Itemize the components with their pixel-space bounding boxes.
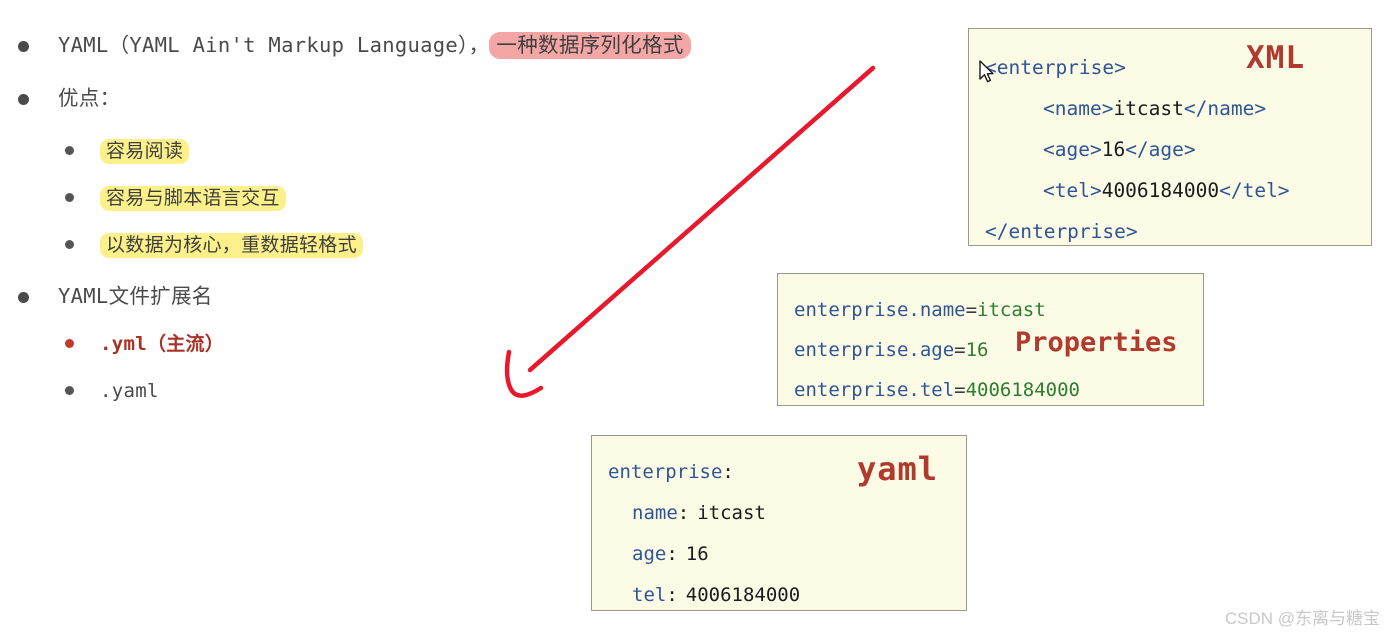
properties-separator: =: [954, 339, 966, 361]
xml-line-4: <tel>4006184000</tel>: [985, 170, 1355, 211]
xml-format-label: XML: [1246, 40, 1305, 76]
bullet-icon: [65, 240, 74, 249]
xml-value-age: 16: [1101, 138, 1126, 161]
xml-tag-name-close: </name>: [1183, 97, 1267, 120]
bullet-icon: [18, 94, 29, 105]
list-item: 以数据为核心，重数据轻格式: [65, 232, 363, 258]
outline-line-advantages: 优点：: [58, 86, 121, 110]
list-item: 容易与脚本语言交互: [65, 185, 286, 211]
yaml-row: name: itcast: [608, 493, 950, 534]
properties-row: enterprise.tel=4006184000: [794, 370, 1187, 410]
yaml-row: tel: 4006184000: [608, 575, 950, 616]
xml-tag-age-close: </age>: [1125, 138, 1196, 161]
yaml-value-name: itcast: [697, 502, 766, 524]
advantage-item-3: 以数据为核心，重数据轻格式: [100, 232, 363, 258]
yaml-key-age: age: [632, 543, 667, 565]
properties-value-age: 16: [965, 339, 989, 361]
list-item: YAML（YAML Ain't Markup Language）， 一种数据序列化…: [18, 32, 691, 59]
properties-value-tel: 4006184000: [965, 379, 1080, 401]
xml-code-box: <enterprise> <name>itcast</name> <age>16…: [968, 28, 1372, 246]
list-item: .yml（主流）: [65, 331, 224, 357]
mouse-cursor-icon: [979, 60, 994, 83]
arrow-head-icon: [504, 349, 544, 398]
yaml-value-tel: 4006184000: [685, 584, 801, 606]
yaml-separator: :: [677, 502, 690, 524]
yaml-key-enterprise: enterprise: [608, 461, 723, 483]
list-item: 优点：: [18, 85, 120, 111]
cursor-arrow-shape: [979, 60, 994, 83]
advantage-item-1: 容易阅读: [100, 138, 190, 164]
bullet-icon: [65, 193, 74, 202]
bullet-icon: [65, 339, 74, 348]
list-item: .yaml: [65, 378, 159, 404]
highlight-yellow-advantage-3: 以数据为核心，重数据轻格式: [100, 233, 363, 258]
properties-key-tel: enterprise.tel: [794, 379, 955, 401]
xml-line-3: <age>16</age>: [985, 129, 1355, 170]
highlight-yellow-advantage-1: 容易阅读: [100, 139, 190, 164]
xml-value-tel: 4006184000: [1101, 179, 1220, 202]
list-item: 容易阅读: [65, 138, 190, 164]
xml-tag-name-open: <name>: [1043, 97, 1114, 120]
yaml-key-name: name: [632, 502, 678, 524]
highlight-yellow-advantage-2: 容易与脚本语言交互: [100, 186, 286, 211]
outline-line-1: YAML（YAML Ain't Markup Language）， 一种数据序列化…: [58, 32, 691, 59]
properties-separator: =: [954, 379, 966, 401]
highlight-pink-definition: 一种数据序列化格式: [489, 32, 691, 59]
csdn-watermark: CSDN @东离与糖宝: [1224, 609, 1380, 628]
xml-tag-enterprise-close: </enterprise>: [985, 220, 1138, 243]
extension-item-yml: .yml（主流）: [100, 333, 225, 355]
properties-key-name: enterprise.name: [794, 299, 966, 321]
bullet-icon: [18, 292, 29, 303]
properties-format-label: Properties: [1015, 327, 1178, 358]
xml-tag-age-open: <age>: [1043, 138, 1102, 161]
yaml-value-age: 16: [685, 543, 709, 565]
list-item: YAML文件扩展名: [18, 283, 213, 309]
bullet-icon: [65, 386, 74, 395]
yaml-format-label: yaml: [857, 450, 939, 488]
extension-item-yaml: .yaml: [100, 380, 159, 402]
yaml-row: age: 16: [608, 534, 950, 575]
properties-separator: =: [965, 299, 978, 321]
yaml-separator: :: [722, 461, 734, 483]
bullet-icon: [18, 41, 29, 52]
xml-line-2: <name>itcast</name>: [985, 88, 1355, 129]
xml-tag-enterprise-open: <enterprise>: [985, 56, 1126, 79]
xml-tag-tel-open: <tel>: [1043, 179, 1102, 202]
xml-value-name: itcast: [1113, 97, 1184, 120]
properties-row: enterprise.name=itcast: [794, 290, 1187, 330]
properties-key-age: enterprise.age: [794, 339, 955, 361]
advantage-item-2: 容易与脚本语言交互: [100, 185, 286, 211]
properties-value-name: itcast: [977, 299, 1046, 321]
xml-line-5: </enterprise>: [985, 211, 1355, 252]
xml-tag-tel-close: </tel>: [1219, 179, 1290, 202]
outline-line-extensions: YAML文件扩展名: [58, 284, 213, 308]
yaml-separator: :: [666, 543, 678, 565]
bullet-icon: [65, 146, 74, 155]
yaml-key-tel: tel: [632, 584, 667, 606]
outline-line-1-prefix: YAML（YAML Ain't Markup Language），: [58, 33, 490, 57]
yaml-separator: :: [666, 584, 678, 606]
